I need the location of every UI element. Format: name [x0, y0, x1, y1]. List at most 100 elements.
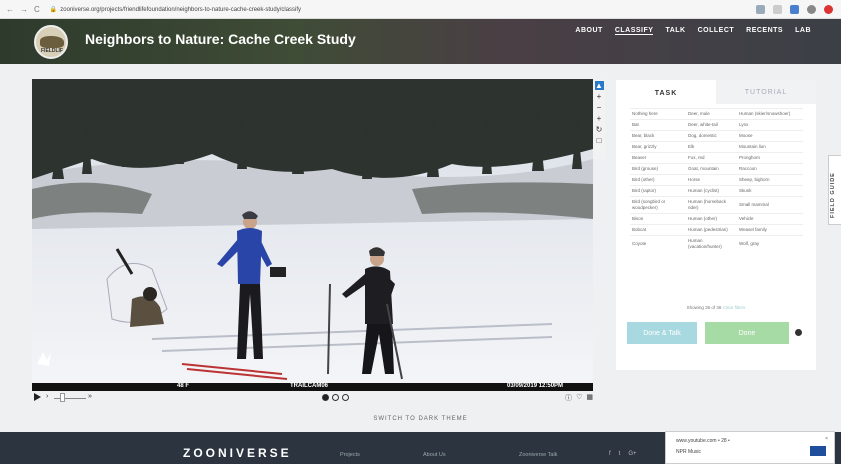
info-icon[interactable]: ⓘ	[565, 393, 572, 403]
choice-option[interactable]: Bird (grouse)	[630, 163, 686, 174]
choice-option[interactable]: Pronghorn	[737, 152, 803, 163]
choice-option[interactable]: Coyote	[630, 235, 686, 252]
choice-option[interactable]: Bird (other)	[630, 174, 686, 185]
nav-collect[interactable]: COLLECT	[698, 27, 735, 35]
zooniverse-logo[interactable]: ZOONIVERSE	[183, 446, 292, 460]
showing-count: Showing 36 of 36	[686, 305, 722, 310]
choice-option[interactable]: Human (other)	[686, 213, 737, 224]
address-bar[interactable]: 🔒 zooniverse.org/projects/friendlifefound…	[50, 6, 756, 13]
choice-option[interactable]: Bird (songbird or woodpecker)	[630, 196, 686, 213]
tab-tutorial[interactable]: TUTORIAL	[716, 80, 816, 104]
settings-icon[interactable]	[795, 329, 802, 336]
task-tabs: TASK TUTORIAL	[616, 80, 816, 104]
choice-option[interactable]: Deer, mule	[686, 108, 737, 119]
reset-icon[interactable]: □	[595, 136, 604, 145]
clear-filters-link[interactable]: Clear filters	[723, 305, 746, 310]
choice-option[interactable]: Bird (raptor)	[630, 185, 686, 196]
switch-dark-theme[interactable]: SWITCH TO DARK THEME	[0, 416, 841, 422]
choice-option[interactable]: Beaver	[630, 152, 686, 163]
tab-task[interactable]: TASK	[616, 80, 716, 104]
choice-option[interactable]: Skunk	[737, 185, 803, 196]
zoom-in-icon[interactable]: +	[595, 114, 604, 123]
twitter-icon[interactable]: t	[619, 451, 621, 457]
favorite-icon[interactable]: ♡	[576, 393, 582, 403]
zoom-out-icon[interactable]: −	[595, 103, 604, 112]
browser-nav: ← → C	[6, 5, 40, 14]
slider-handle[interactable]	[60, 393, 65, 402]
media-notification[interactable]: www.youtube.com • 28 • NPR Music ×	[665, 431, 835, 464]
project-header: FIELDLIF Neighbors to Nature: Cache Cree…	[0, 19, 841, 64]
frame-selector	[322, 394, 349, 401]
subject-actions: ⓘ ♡ ▦	[565, 393, 593, 403]
choice-option[interactable]: Wolf, gray	[737, 235, 803, 252]
choice-option[interactable]: Sheep, bighorn	[737, 174, 803, 185]
footer-link-about[interactable]: About Us	[423, 452, 446, 458]
slow-speed-icon[interactable]: ›	[46, 393, 48, 400]
reload-icon[interactable]: C	[34, 5, 40, 14]
nav-talk[interactable]: TALK	[665, 27, 685, 35]
footer-link-talk[interactable]: Zooniverse Talk	[519, 452, 557, 458]
done-button[interactable]: Done	[705, 322, 789, 344]
choice-option[interactable]: Human (pedestrian)	[686, 224, 737, 235]
nav-classify[interactable]: CLASSIFY	[614, 27, 654, 35]
choice-option[interactable]: Goat, mountain	[686, 163, 737, 174]
choice-option[interactable]: Weasel family	[737, 224, 803, 235]
frame-dot-3[interactable]	[342, 394, 349, 401]
facebook-icon[interactable]: f	[609, 451, 611, 457]
done-and-talk-button[interactable]: Done & Talk	[627, 322, 697, 344]
fast-speed-icon[interactable]: »	[88, 393, 92, 400]
close-icon[interactable]: ×	[825, 436, 828, 442]
star-icon[interactable]	[773, 4, 782, 14]
frame-dot-1[interactable]	[322, 394, 329, 401]
nav-lab[interactable]: LAB	[795, 27, 811, 35]
choice-option[interactable]: Human (horseback rider)	[686, 196, 737, 213]
extension-icon[interactable]	[790, 4, 799, 14]
choice-option[interactable]: Nothing here	[630, 108, 686, 119]
project-title[interactable]: Neighbors to Nature: Cache Creek Study	[85, 31, 356, 47]
extension-red-icon[interactable]	[824, 4, 833, 14]
choice-option[interactable]: Horse	[686, 174, 737, 185]
profile-icon[interactable]	[807, 4, 816, 14]
choice-option[interactable]: Raccoon	[737, 163, 803, 174]
choice-option[interactable]: Small mammal	[737, 196, 803, 213]
choice-option[interactable]: Bear, grizzly	[630, 141, 686, 152]
species-choices: Nothing here Deer, mule Human (skier/snows…	[630, 108, 805, 252]
choice-option[interactable]: Mountain lion	[737, 141, 803, 152]
back-icon[interactable]: ←	[6, 5, 14, 14]
choice-option[interactable]: Deer, white-tail	[686, 119, 737, 130]
choice-option[interactable]: Elk	[686, 141, 737, 152]
choice-option[interactable]: Bat	[630, 119, 686, 130]
choice-option[interactable]: Fox, red	[686, 152, 737, 163]
rotate-icon[interactable]: ↻	[595, 125, 604, 134]
google-plus-icon[interactable]: G+	[628, 451, 636, 457]
forward-icon[interactable]: →	[20, 5, 28, 14]
choice-option[interactable]: Bison	[630, 213, 686, 224]
url-text: zooniverse.org/projects/friendlifefounda…	[60, 6, 302, 13]
subject-image[interactable]	[32, 79, 593, 389]
frame-dot-2[interactable]	[332, 394, 339, 401]
choice-option[interactable]: Dog, domestic	[686, 130, 737, 141]
play-icon[interactable]	[34, 393, 41, 401]
nav-about[interactable]: ABOUT	[575, 27, 602, 35]
choice-option[interactable]: Human (skier/snowshoer)	[737, 108, 803, 119]
key-icon[interactable]	[756, 4, 765, 14]
field-guide-tab[interactable]: FIELD GUIDE	[828, 155, 841, 225]
browser-actions	[756, 4, 833, 14]
nav-recents[interactable]: RECENTS	[746, 27, 783, 35]
collect-icon[interactable]: ▦	[586, 393, 593, 403]
choice-option[interactable]: Lynx	[737, 119, 803, 130]
choice-option[interactable]: Vehicle	[737, 213, 803, 224]
playback-slider[interactable]	[54, 398, 86, 399]
choice-option[interactable]: Human (cyclist)	[686, 185, 737, 196]
pan-tool-icon[interactable]: +	[595, 92, 604, 101]
footer-link-projects[interactable]: Projects	[340, 452, 360, 458]
choice-option[interactable]: Bobcat	[630, 224, 686, 235]
project-logo[interactable]: FIELDLIF	[34, 24, 68, 59]
choice-option[interactable]: Bear, black	[630, 130, 686, 141]
pointer-tool-icon[interactable]: ▲	[594, 81, 604, 90]
choice-option[interactable]: Moose	[737, 130, 803, 141]
choice-option[interactable]: Human (vacation/hunter)	[686, 235, 737, 252]
social-links: f t G+	[609, 451, 637, 457]
npr-thumbnail	[810, 446, 826, 456]
project-nav: ABOUT CLASSIFY TALK COLLECT RECENTS LAB	[575, 27, 811, 35]
